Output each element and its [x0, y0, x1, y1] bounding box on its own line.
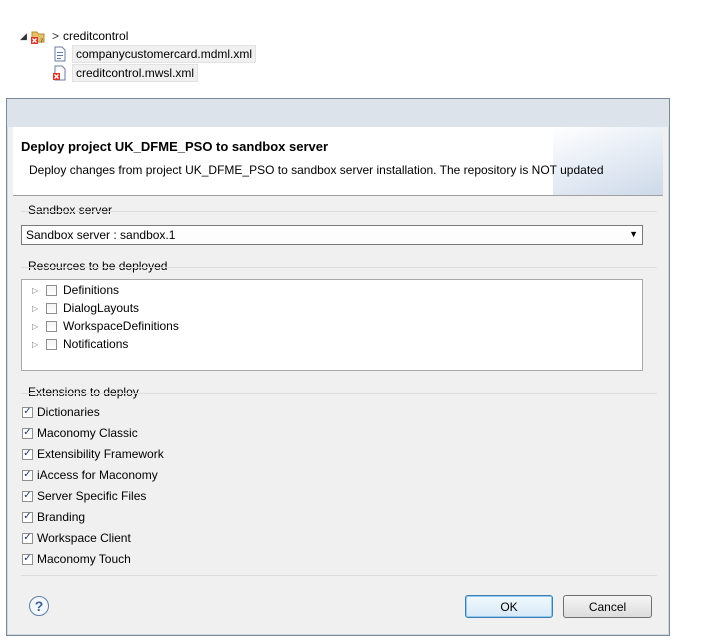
extension-item-workspace-client[interactable]: ✓ Workspace Client — [22, 529, 131, 547]
checkmark-icon[interactable]: ✓ — [22, 448, 33, 460]
tree-node-companycustomercard[interactable]: companycustomercard.mdml.xml — [52, 45, 257, 63]
extension-item-maconomy-touch[interactable]: ✓ Maconomy Touch — [22, 550, 131, 568]
deploy-dialog: Deploy project UK_DFME_PSO to sandbox se… — [6, 98, 670, 636]
tree-label-creditcontrol: creditcontrol — [63, 29, 129, 43]
sandbox-server-select[interactable]: Sandbox server : sandbox.1 ▼ — [21, 225, 643, 245]
xml-file-icon — [52, 46, 68, 62]
resources-group-label: Resources to be deployed — [26, 259, 170, 273]
tree-label-companycustomercard: companycustomercard.mdml.xml — [72, 45, 257, 63]
checkmark-icon[interactable]: ✓ — [22, 532, 33, 544]
svg-text:?: ? — [40, 38, 43, 44]
extension-label: Maconomy Touch — [37, 552, 131, 566]
resource-item-notifications[interactable]: ▷ Notifications — [32, 335, 128, 353]
button-bar-separator — [21, 575, 657, 576]
xml-file-error-icon — [52, 65, 68, 81]
extension-label: Branding — [37, 510, 86, 524]
extension-label: Server Specific Files — [37, 489, 147, 503]
extension-label: Dictionaries — [37, 405, 100, 419]
extension-label: Extensibility Framework — [37, 447, 164, 461]
resource-checkbox[interactable] — [46, 284, 57, 296]
expand-arrow-icon[interactable]: ▷ — [32, 340, 46, 349]
ok-button[interactable]: OK — [465, 595, 553, 618]
checkmark-icon[interactable]: ✓ — [22, 427, 33, 439]
header-banner-graphic — [553, 127, 663, 195]
extension-item-iaccess[interactable]: ✓ iAccess for Maconomy — [22, 466, 158, 484]
sandbox-server-group-label: Sandbox server — [26, 203, 115, 217]
project-error-icon: ? — [30, 28, 46, 44]
extension-label: Workspace Client — [37, 531, 131, 545]
dialog-description: Deploy changes from project UK_DFME_PSO … — [29, 163, 604, 177]
help-icon[interactable]: ? — [29, 596, 49, 616]
resource-item-workspacedefinitions[interactable]: ▷ WorkspaceDefinitions — [32, 317, 179, 335]
extensions-group-label: Extensions to deploy — [26, 385, 141, 399]
checkmark-icon[interactable]: ✓ — [22, 511, 33, 523]
resource-item-dialoglayouts[interactable]: ▷ DialogLayouts — [32, 299, 139, 317]
extension-label: Maconomy Classic — [37, 426, 138, 440]
resource-item-definitions[interactable]: ▷ Definitions — [32, 281, 119, 299]
resources-tree: ▷ Definitions ▷ DialogLayouts ▷ Workspac… — [21, 279, 643, 371]
dropdown-arrow-icon[interactable]: ▼ — [629, 229, 638, 239]
resource-label: WorkspaceDefinitions — [63, 319, 179, 333]
sandbox-server-selected-value: Sandbox server : sandbox.1 — [26, 228, 176, 242]
chevron-right-icon: > — [52, 29, 60, 43]
tree-node-creditcontrol[interactable]: ◢ ? > creditcontrol — [20, 27, 128, 45]
dialog-title-bar[interactable] — [7, 99, 669, 127]
resource-checkbox[interactable] — [46, 338, 57, 350]
tree-node-creditcontrol-mwsl[interactable]: creditcontrol.mwsl.xml — [52, 64, 199, 82]
tree-label-creditcontrol-mwsl: creditcontrol.mwsl.xml — [72, 64, 199, 82]
resource-checkbox[interactable] — [46, 302, 57, 314]
extension-item-server-specific-files[interactable]: ✓ Server Specific Files — [22, 487, 146, 505]
cancel-button[interactable]: Cancel — [563, 595, 652, 618]
checkmark-icon[interactable]: ✓ — [22, 469, 33, 481]
expanded-twisty-icon[interactable]: ◢ — [20, 31, 30, 42]
extensions-group-rule — [21, 393, 657, 394]
sandbox-group-rule — [21, 211, 657, 212]
project-explorer-tree: ◢ ? > creditcontrol companycustomercard.… — [0, 0, 715, 98]
extension-label: iAccess for Maconomy — [37, 468, 158, 482]
resource-label: Definitions — [63, 283, 120, 297]
extension-item-maconomy-classic[interactable]: ✓ Maconomy Classic — [22, 424, 138, 442]
resource-label: DialogLayouts — [63, 301, 140, 315]
extension-item-dictionaries[interactable]: ✓ Dictionaries — [22, 403, 100, 421]
resource-checkbox[interactable] — [46, 320, 57, 332]
checkmark-icon[interactable]: ✓ — [22, 490, 33, 502]
checkmark-icon[interactable]: ✓ — [22, 406, 33, 418]
expand-arrow-icon[interactable]: ▷ — [32, 322, 46, 331]
dialog-header: Deploy project UK_DFME_PSO to sandbox se… — [13, 127, 663, 196]
resources-group-rule — [21, 267, 657, 268]
extension-item-branding[interactable]: ✓ Branding — [22, 508, 85, 526]
resource-label: Notifications — [63, 337, 129, 351]
dialog-title: Deploy project UK_DFME_PSO to sandbox se… — [21, 139, 329, 154]
extension-item-extensibility-framework[interactable]: ✓ Extensibility Framework — [22, 445, 164, 463]
expand-arrow-icon[interactable]: ▷ — [32, 286, 46, 295]
expand-arrow-icon[interactable]: ▷ — [32, 304, 46, 313]
checkmark-icon[interactable]: ✓ — [22, 553, 33, 565]
